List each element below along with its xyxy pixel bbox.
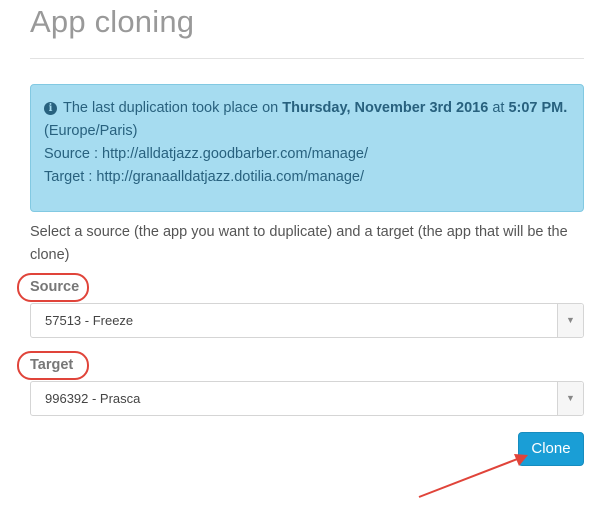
clone-button[interactable]: Clone (518, 432, 584, 466)
source-select-value: 57513 - Freeze (45, 313, 134, 328)
target-select[interactable]: 996392 - Prasca ▼ (30, 381, 584, 416)
target-url-label: Target : (44, 169, 97, 185)
source-dropdown-arrow-icon[interactable]: ▼ (557, 304, 583, 337)
duplication-time: 5:07 PM. (508, 100, 568, 116)
instructions-text: Select a source (the app you want to dup… (30, 224, 568, 263)
info-circle-icon: i (44, 102, 57, 115)
duplication-date: Thursday, November 3rd 2016 (282, 100, 489, 116)
source-select[interactable]: 57513 - Freeze ▼ (30, 303, 584, 338)
target-url-link[interactable]: http://granaalldatjazz.dotilia.com/manag… (96, 169, 364, 185)
duplication-timezone: (Europe/Paris) (44, 123, 138, 139)
target-select-value: 996392 - Prasca (45, 391, 141, 406)
target-label: Target (30, 357, 74, 373)
message-prefix: The last duplication took place on (63, 100, 283, 116)
source-url-label: Source : (44, 146, 103, 162)
source-url-line: Source : http://alldatjazz.goodbarber.co… (44, 143, 570, 166)
source-label: Source (30, 279, 80, 295)
source-url-link[interactable]: http://alldatjazz.goodbarber.com/manage/ (102, 146, 368, 162)
target-dropdown-arrow-icon[interactable]: ▼ (557, 382, 583, 415)
message-at: at (488, 100, 509, 116)
title-divider (30, 58, 584, 59)
target-url-line: Target : http://granaalldatjazz.dotilia.… (44, 166, 570, 189)
last-duplication-message: i The last duplication took place on Thur… (44, 97, 570, 143)
page-title: App cloning (30, 4, 195, 39)
info-alert: i The last duplication took place on Thur… (30, 84, 584, 212)
